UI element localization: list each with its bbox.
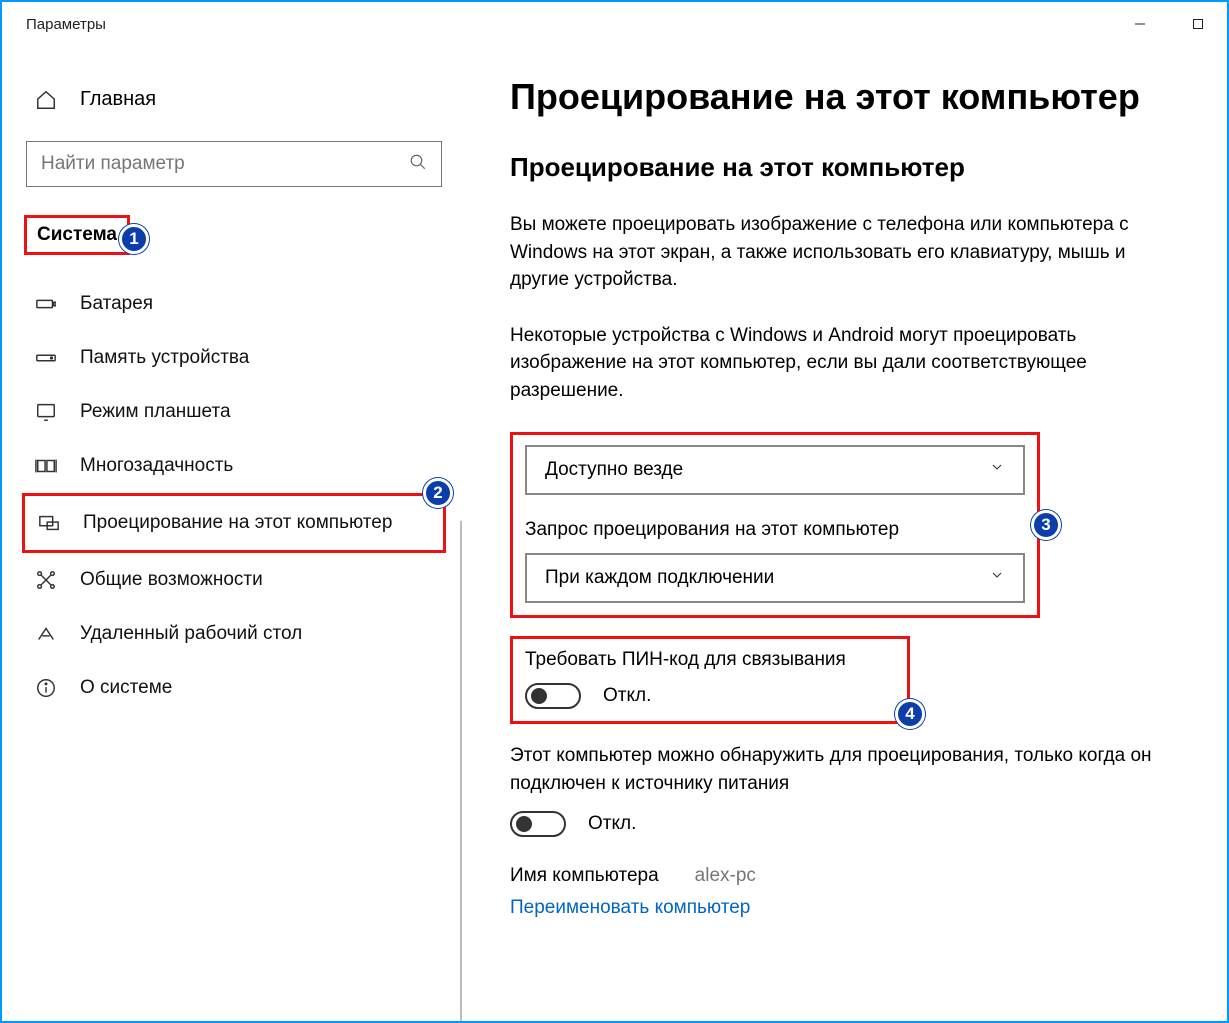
- tablet-icon: [34, 401, 58, 423]
- sidebar-item-label: Память устройства: [80, 347, 249, 369]
- sidebar-nav: Батарея Память устройства Режим планшета…: [22, 277, 446, 715]
- minimize-button[interactable]: [1111, 2, 1169, 46]
- power-only-state: Откл.: [588, 813, 636, 835]
- storage-icon: [34, 347, 58, 369]
- window-body: Главная Система 1 Батарея Память: [2, 46, 1227, 1021]
- dropdown-value: Доступно везде: [545, 459, 683, 481]
- window-title: Параметры: [26, 16, 106, 33]
- require-pin-state: Откл.: [603, 685, 651, 707]
- annotation-badge-3: 3: [1031, 510, 1061, 540]
- sidebar-item-label: Проецирование на этот компьютер: [83, 512, 392, 534]
- annotation-badge-1: 1: [119, 224, 149, 254]
- sidebar-home-label: Главная: [80, 88, 156, 111]
- sidebar-home[interactable]: Главная: [22, 76, 446, 123]
- sidebar-item-projecting[interactable]: Проецирование на этот компьютер 2: [22, 493, 446, 553]
- minimize-icon: [1134, 18, 1146, 30]
- pc-name-label: Имя компьютера: [510, 865, 659, 887]
- page-title: Проецирование на этот компьютер: [510, 76, 1179, 118]
- ask-to-project-dropdown[interactable]: При каждом подключении: [525, 553, 1025, 603]
- availability-dropdown[interactable]: Доступно везде: [525, 445, 1025, 495]
- section-title: Проецирование на этот компьютер: [510, 152, 1179, 183]
- sidebar-item-label: Удаленный рабочий стол: [80, 623, 302, 645]
- sidebar-item-multitasking[interactable]: Многозадачность: [22, 439, 446, 493]
- sidebar-item-label: Многозадачность: [80, 455, 233, 477]
- content-area: Проецирование на этот компьютер Проециро…: [462, 46, 1227, 1021]
- sidebar-item-shared[interactable]: Общие возможности: [22, 553, 446, 607]
- annotation-box-4: Требовать ПИН-код для связывания Откл. 4: [510, 636, 910, 724]
- info-icon: [34, 677, 58, 699]
- sidebar-item-tablet-mode[interactable]: Режим планшета: [22, 385, 446, 439]
- titlebar: Параметры: [2, 2, 1227, 46]
- rename-pc-link[interactable]: Переименовать компьютер: [510, 897, 750, 918]
- home-icon: [34, 89, 58, 111]
- sidebar-category-system[interactable]: Система 1: [24, 215, 130, 255]
- power-only-toggle[interactable]: [510, 811, 566, 837]
- annotation-box-3: Доступно везде Запрос проецирования на э…: [510, 432, 1040, 618]
- sidebar: Главная Система 1 Батарея Память: [2, 46, 462, 1021]
- sidebar-item-battery[interactable]: Батарея: [22, 277, 446, 331]
- annotation-badge-2: 2: [423, 478, 453, 508]
- sidebar-item-storage[interactable]: Память устройства: [22, 331, 446, 385]
- maximize-button[interactable]: [1169, 2, 1227, 46]
- description-2: Некоторые устройства с Windows и Android…: [510, 322, 1170, 405]
- window-controls: [1111, 2, 1227, 46]
- require-pin-label: Требовать ПИН-код для связывания: [525, 649, 895, 671]
- search-box[interactable]: [26, 141, 442, 187]
- power-only-label: Этот компьютер можно обнаружить для прое…: [510, 742, 1170, 797]
- search-icon: [409, 153, 427, 176]
- pc-name-row: Имя компьютера alex-pc: [510, 865, 1179, 887]
- settings-window: Параметры Главная: [0, 0, 1229, 1023]
- description-1: Вы можете проецировать изображение с тел…: [510, 211, 1170, 294]
- sidebar-item-remote-desktop[interactable]: Удаленный рабочий стол: [22, 607, 446, 661]
- multitasking-icon: [34, 455, 58, 477]
- chevron-down-icon: [989, 459, 1005, 481]
- dropdown-value: При каждом подключении: [545, 567, 774, 589]
- category-label-text: Система: [37, 224, 117, 245]
- sidebar-item-label: Общие возможности: [80, 569, 263, 591]
- chevron-down-icon: [989, 567, 1005, 589]
- battery-icon: [34, 293, 58, 315]
- sidebar-item-label: Режим планшета: [80, 401, 231, 423]
- projecting-icon: [37, 512, 61, 534]
- maximize-icon: [1192, 18, 1204, 30]
- remote-desktop-icon: [34, 623, 58, 645]
- ask-to-project-label: Запрос проецирования на этот компьютер: [525, 519, 1025, 541]
- search-input[interactable]: [41, 153, 409, 175]
- sidebar-scrollbar[interactable]: [460, 521, 462, 1021]
- sidebar-item-label: О системе: [80, 677, 172, 699]
- sidebar-item-about[interactable]: О системе: [22, 661, 446, 715]
- shared-icon: [34, 569, 58, 591]
- pc-name-value: alex-pc: [695, 865, 756, 887]
- require-pin-toggle[interactable]: [525, 683, 581, 709]
- sidebar-item-label: Батарея: [80, 293, 153, 315]
